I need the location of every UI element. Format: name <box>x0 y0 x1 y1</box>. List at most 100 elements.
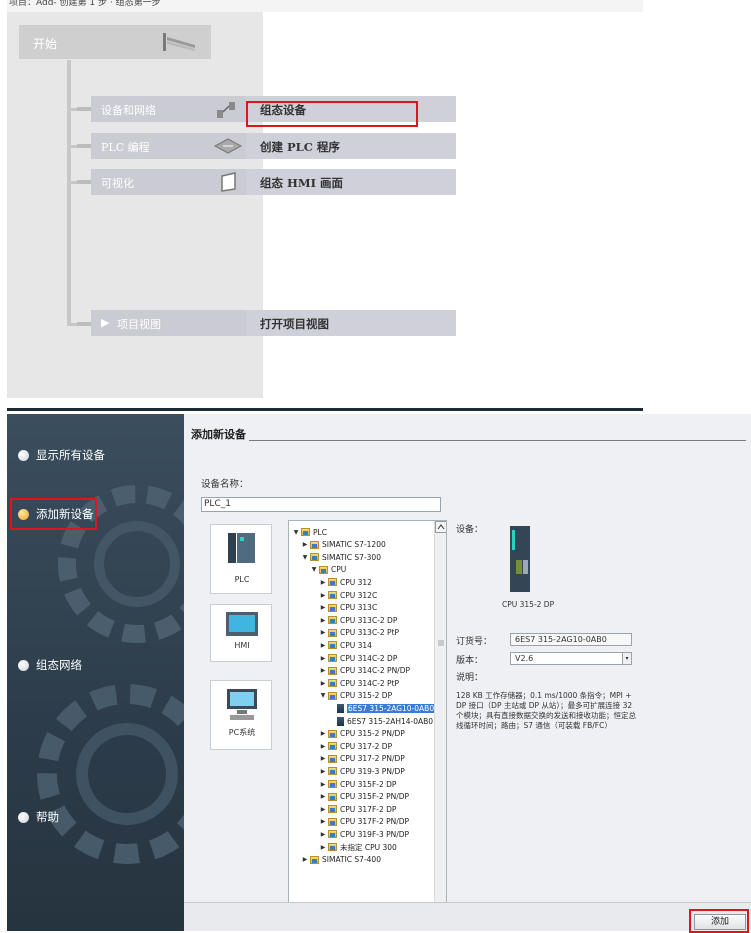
tree-item[interactable]: ▼ CPU 315-2 DP <box>320 690 392 702</box>
tree-item[interactable]: ▶ CPU 312C <box>320 589 378 601</box>
expand-down-icon[interactable]: ▼ <box>302 554 308 561</box>
expand-right-icon[interactable]: ▶ <box>320 755 326 762</box>
expand-right-icon[interactable]: ▶ <box>320 680 326 687</box>
expand-right-icon[interactable]: ▶ <box>320 831 326 838</box>
device-name-input[interactable]: PLC_1 <box>201 497 441 512</box>
expand-right-icon[interactable]: ▶ <box>320 806 326 813</box>
folder-icon <box>310 855 319 864</box>
expand-right-icon[interactable]: ▶ <box>320 579 326 586</box>
tree-item[interactable]: ▶ CPU 319-3 PN/DP <box>320 765 405 777</box>
expand-right-icon[interactable]: ▶ <box>320 844 326 851</box>
start-bar[interactable]: 开始 <box>19 25 211 59</box>
tree-item[interactable]: ▶ CPU 317-2 PN/DP <box>320 753 405 765</box>
device-model: CPU 315-2 DP <box>502 600 555 609</box>
nav-label: 帮助 <box>36 810 59 824</box>
tree-item-label: CPU 314C-2 DP <box>340 653 398 663</box>
tree-item[interactable]: ▶ CPU 314C-2 DP <box>320 652 398 664</box>
portal-left-area <box>7 12 263 398</box>
tree-scrollbar[interactable] <box>434 521 446 915</box>
tree-item[interactable]: ▶ CPU 314 <box>320 639 372 651</box>
expand-right-icon[interactable]: ▶ <box>320 781 326 788</box>
tree-item[interactable]: ▶ CPU 315F-2 PN/DP <box>320 791 409 803</box>
folder-icon <box>310 540 319 549</box>
footer-bar: 添加 <box>184 902 751 933</box>
nav-show-all-devices[interactable]: 显示所有设备 <box>18 447 105 463</box>
start-portal-panel: 项目：Add- 创建第 1 步 · 组态第一步 开始 设备和网络 组态设备 PL… <box>7 0 643 411</box>
device-info-panel: 设备： CPU 315-2 DP 订货号： 6ES7 315-2AG10-0AB… <box>456 520 751 820</box>
tree-item[interactable]: ▼ SIMATIC S7-300 <box>302 551 381 563</box>
device-tree[interactable]: ▼ PLC ▶ SIMATIC S7-1200 ▼ SIMATIC S7-300 ▼ CPU ▶… <box>288 520 447 916</box>
order-number-field: 6ES7 315-2AG10-0AB0 <box>510 633 632 646</box>
expand-right-icon[interactable]: ▶ <box>302 856 308 863</box>
tree-item[interactable]: ▶ CPU 317-2 DP <box>320 740 392 752</box>
tree-item[interactable]: ▶ CPU 317F-2 DP <box>320 803 397 815</box>
tree-item[interactable]: ▶ 未指定 CPU 300 <box>320 841 397 853</box>
expand-right-icon[interactable]: ▶ <box>320 667 326 674</box>
expand-down-icon[interactable]: ▼ <box>293 529 299 536</box>
tree-item[interactable]: ▶ CPU 319F-3 PN/DP <box>320 828 409 840</box>
tree-item-module[interactable]: 6ES7 315-2AG10-0AB0 <box>329 702 436 714</box>
expand-right-icon[interactable]: ▶ <box>320 743 326 750</box>
add-device-panel: 显示所有设备 添加新设备 组态网络 帮助 添加新设备 设备名称： PLC_1 P… <box>7 414 751 933</box>
tree-item-label: CPU 313C-2 PtP <box>340 628 400 638</box>
portal-item-plc-programming[interactable]: PLC 编程 <box>91 133 246 159</box>
tree-item[interactable]: ▶ CPU 314C-2 PN/DP <box>320 665 410 677</box>
device-type-hmi[interactable]: HMI <box>210 604 272 662</box>
folder-icon <box>328 628 337 637</box>
description-label: 说明： <box>456 673 484 683</box>
portal-item-devices-networks[interactable]: 设备和网络 <box>91 96 246 122</box>
tree-item[interactable]: ▶ CPU 314C-2 PtP <box>320 677 399 689</box>
scroll-up-icon[interactable] <box>435 521 447 533</box>
version-select[interactable]: V2.6 <box>510 652 626 665</box>
highlight-box <box>246 101 418 127</box>
plc-device-icon <box>228 533 255 563</box>
tree-item[interactable]: ▶ CPU 315F-2 DP <box>320 778 397 790</box>
scroll-grip-icon[interactable] <box>437 637 445 646</box>
expand-down-icon[interactable]: ▼ <box>320 692 326 699</box>
portal-item-visualization[interactable]: 可视化 <box>91 169 246 195</box>
tree-item[interactable]: ▶ CPU 312 <box>320 576 372 588</box>
expand-right-icon[interactable]: ▶ <box>320 617 326 624</box>
portal-action-create-plc-program[interactable]: 创建 PLC 程序 <box>246 133 456 159</box>
tree-item[interactable]: ▶ SIMATIC S7-400 <box>302 854 381 866</box>
tree-item[interactable]: ▼ CPU <box>311 564 347 576</box>
portal-item-project-view[interactable]: ▶ 项目视图 <box>91 310 246 336</box>
expand-right-icon[interactable]: ▶ <box>320 730 326 737</box>
tree-item[interactable]: ▶ CPU 313C <box>320 602 378 614</box>
expand-right-icon[interactable]: ▶ <box>320 604 326 611</box>
expand-right-icon[interactable]: ▶ <box>320 592 326 599</box>
network-icon <box>217 102 235 118</box>
tree-item-label: SIMATIC S7-1200 <box>322 540 386 550</box>
expand-down-icon[interactable]: ▼ <box>311 566 317 573</box>
expand-right-icon[interactable]: ▶ <box>320 629 326 636</box>
tree-item[interactable]: ▶ SIMATIC S7-1200 <box>302 539 386 551</box>
tree-item[interactable]: ▶ CPU 313C-2 DP <box>320 614 398 626</box>
tree-item-label: CPU 313C <box>340 603 378 613</box>
tree-item-label: CPU 315-2 PN/DP <box>340 729 405 739</box>
tree-item[interactable]: ▶ CPU 317F-2 PN/DP <box>320 816 409 828</box>
expand-right-icon[interactable]: ▶ <box>320 768 326 775</box>
tree-item[interactable]: ▶ CPU 313C-2 PtP <box>320 627 399 639</box>
expand-right-icon[interactable]: ▶ <box>320 793 326 800</box>
cpu-module-icon <box>510 526 530 592</box>
expand-right-icon[interactable]: ▶ <box>320 818 326 825</box>
tile-label: PC系统 <box>228 728 256 737</box>
nav-help[interactable]: 帮助 <box>18 809 59 825</box>
portal-item-label: 可视化 <box>101 177 134 190</box>
portal-action-configure-hmi[interactable]: 组态 HMI 画面 <box>246 169 456 195</box>
title-divider <box>249 440 746 441</box>
device-type-plc[interactable]: PLC <box>210 524 272 594</box>
device-type-pc-system[interactable]: PC系统 <box>210 680 272 750</box>
chevron-down-icon[interactable]: ▾ <box>622 652 632 665</box>
expand-right-icon[interactable]: ▶ <box>320 655 326 662</box>
portal-action-open-project-view[interactable]: 打开项目视图 <box>246 310 456 336</box>
nav-configure-network[interactable]: 组态网络 <box>18 657 82 673</box>
expand-right-icon[interactable]: ▶ <box>302 541 308 548</box>
tree-item-label: SIMATIC S7-300 <box>322 552 381 562</box>
tree-item[interactable]: ▼ PLC <box>293 526 327 538</box>
folder-icon <box>328 830 337 839</box>
tree-item[interactable]: ▶ CPU 315-2 PN/DP <box>320 728 405 740</box>
expand-right-icon[interactable]: ▶ <box>320 642 326 649</box>
tree-item-module[interactable]: 6ES7 315-2AH14-0AB0 <box>329 715 433 727</box>
folder-icon <box>328 666 337 675</box>
